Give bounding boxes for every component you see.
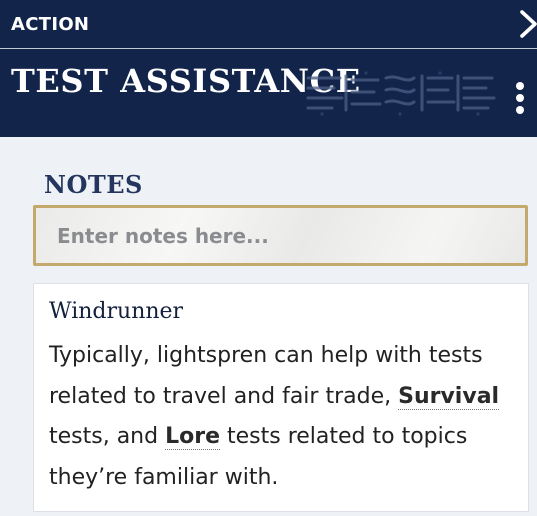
assistance-card: Windrunner Typically, lightspren can hel… (33, 283, 529, 512)
notes-label: NOTES (44, 170, 143, 199)
vertical-ellipsis-icon (516, 94, 524, 102)
header: ACTION TEST ASSISTANCE (0, 0, 537, 137)
close-button[interactable] (516, 6, 537, 42)
lore-skill-link[interactable]: Lore (165, 424, 220, 450)
card-description: Typically, lightspren can help with test… (49, 336, 519, 498)
header-top-bar: ACTION (0, 0, 537, 49)
notes-input[interactable] (33, 205, 528, 266)
vertical-ellipsis-icon (516, 106, 524, 114)
decorative-glyph-pattern (306, 71, 496, 116)
description-text: tests, and (49, 424, 166, 449)
category-label: ACTION (11, 14, 90, 35)
survival-skill-link[interactable]: Survival (398, 383, 500, 410)
chevron-right-icon (520, 10, 537, 38)
card-title: Windrunner (49, 299, 184, 324)
more-options-button[interactable] (508, 76, 532, 116)
vertical-ellipsis-icon (516, 82, 524, 90)
